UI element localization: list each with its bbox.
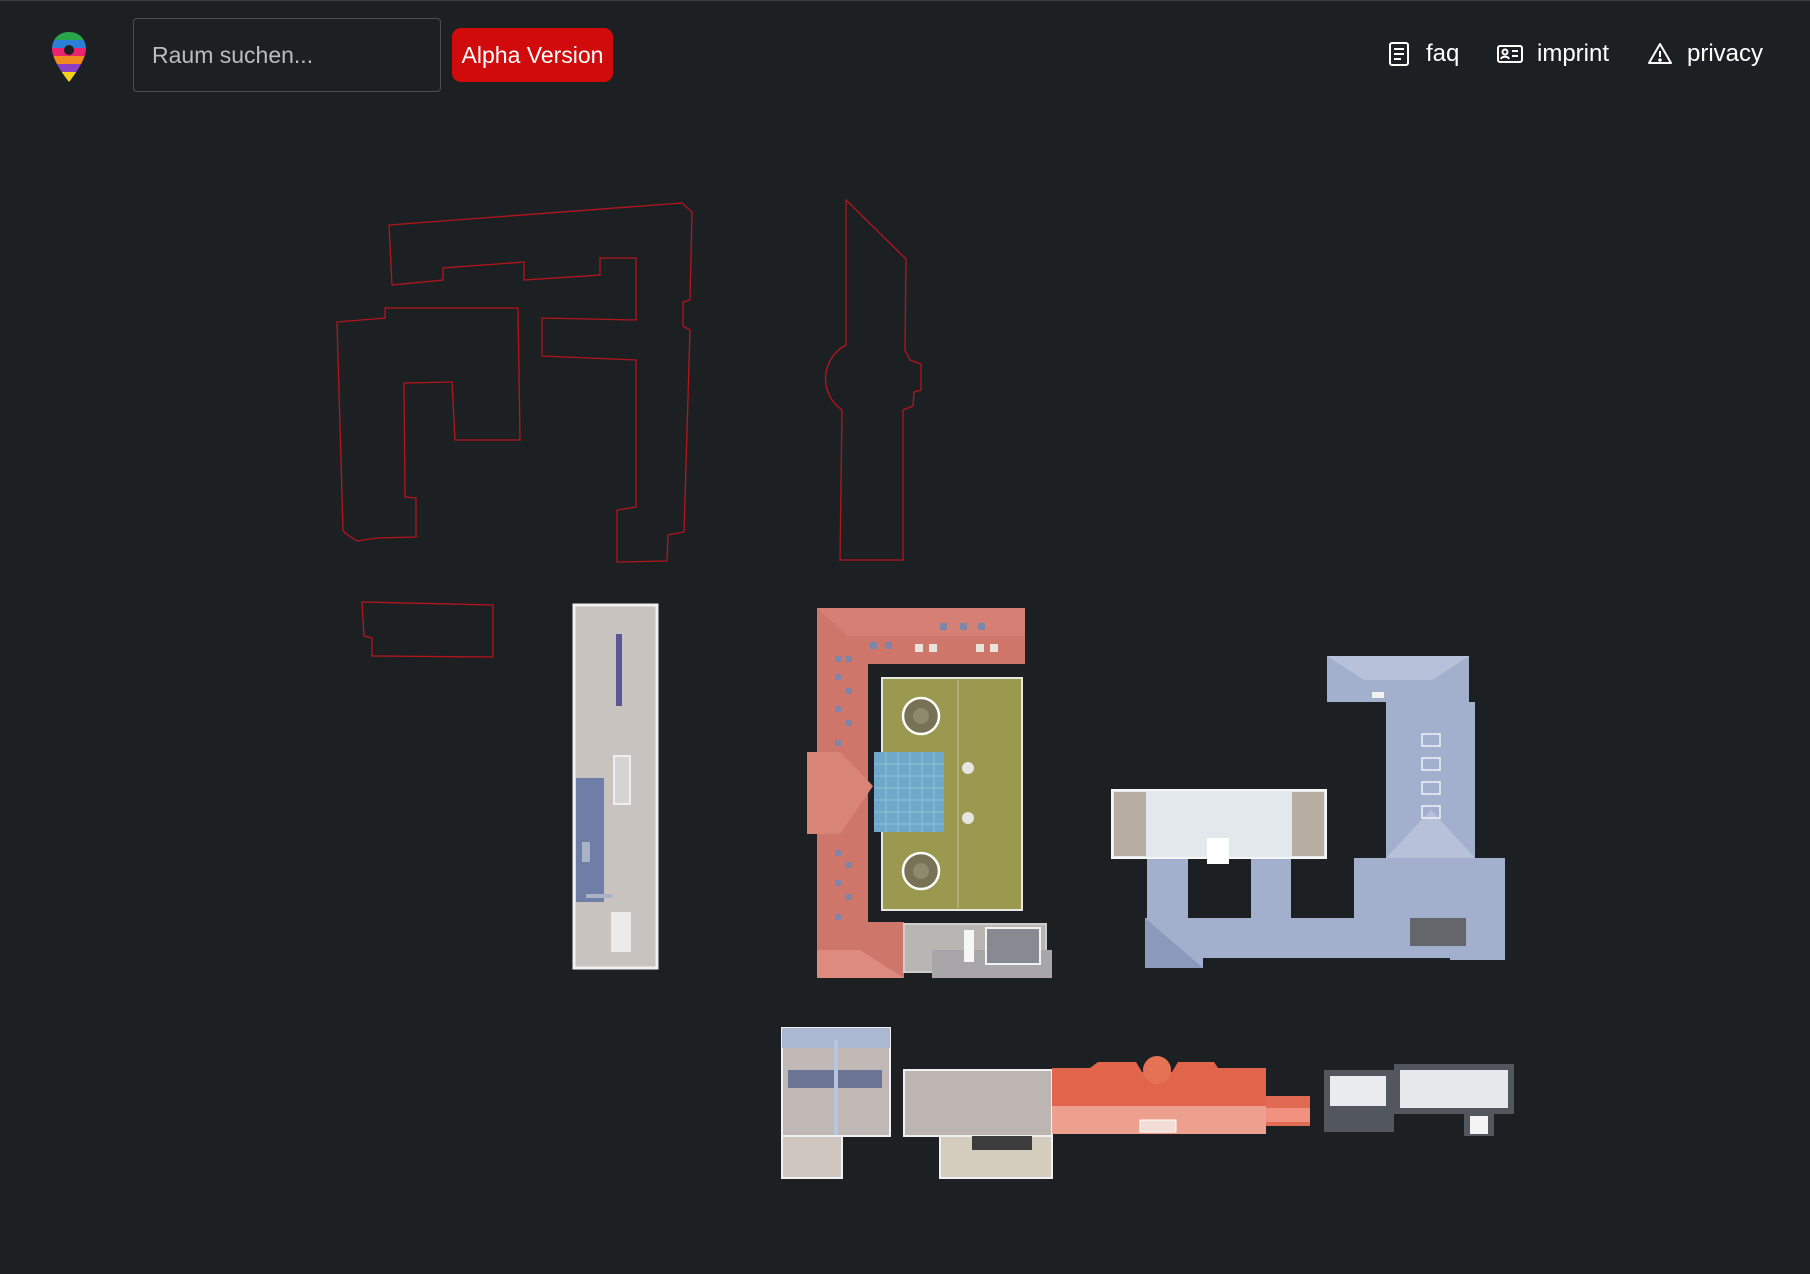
top-border xyxy=(0,0,1810,1)
building-outline-large[interactable] xyxy=(336,202,693,563)
room-search-input[interactable] xyxy=(133,18,441,92)
building-dark-annex[interactable] xyxy=(1324,1064,1514,1136)
building-orange[interactable] xyxy=(1052,1056,1310,1134)
alpha-version-badge[interactable]: Alpha Version xyxy=(452,28,613,82)
building-beige[interactable] xyxy=(903,1069,1053,1179)
building-small-gray[interactable] xyxy=(781,1027,891,1179)
map-pin-logo-icon[interactable] xyxy=(50,30,88,84)
nav-privacy-link[interactable]: privacy xyxy=(1647,36,1763,72)
building-outline-small[interactable] xyxy=(361,601,494,658)
nav-imprint-label: imprint xyxy=(1537,40,1610,67)
document-icon xyxy=(1389,42,1409,66)
building-courtyard-complex[interactable] xyxy=(807,608,1052,978)
nav-privacy-label: privacy xyxy=(1687,40,1764,67)
id-card-icon xyxy=(1497,45,1523,63)
campus-map[interactable] xyxy=(0,0,1810,1274)
warning-triangle-icon xyxy=(1648,43,1672,64)
building-blue-complex[interactable] xyxy=(1111,656,1505,968)
nav-imprint-link[interactable]: imprint xyxy=(1497,36,1609,72)
nav-faq-link[interactable]: faq xyxy=(1386,36,1459,72)
building-narrow[interactable] xyxy=(572,603,659,970)
building-outline-tower[interactable] xyxy=(824,198,922,561)
nav-faq-label: faq xyxy=(1426,40,1460,67)
